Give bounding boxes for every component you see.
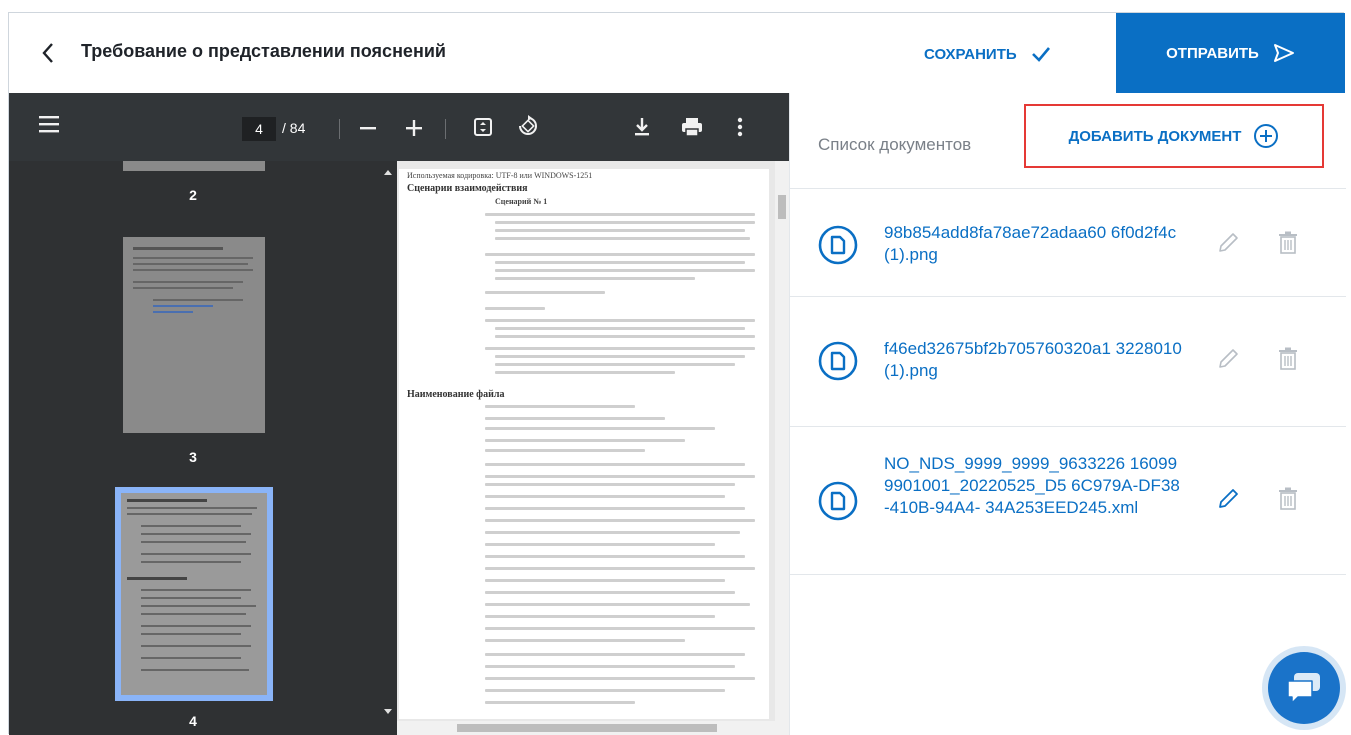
thumbnail-page-4-selected[interactable] — [115, 487, 273, 701]
document-list-item[interactable]: f46ed32675bf2b705760320a1 3228010 (1).pn… — [790, 297, 1346, 427]
more-vert-icon[interactable] — [737, 117, 743, 137]
send-button[interactable]: ОТПРАВИТЬ — [1116, 13, 1345, 93]
back-button[interactable] — [33, 35, 63, 71]
plus-icon[interactable] — [405, 119, 423, 137]
check-icon — [1031, 47, 1050, 62]
documents-panel-header: Список документов ДОБАВИТЬ ДОКУМЕНТ — [790, 93, 1346, 189]
document-list-item[interactable]: NO_NDS_9999_9999_9633226 160999901001_20… — [790, 427, 1346, 575]
scenario-title: Сценарий № 1 — [495, 197, 548, 206]
viewer-toolbar: 4 / 84 — [9, 93, 789, 161]
documents-list-label: Список документов — [818, 135, 972, 154]
document-name[interactable]: f46ed32675bf2b705760320a1 3228010 (1).pn… — [884, 338, 1184, 382]
document-name[interactable]: 98b854add8fa78ae72adaa60 6f0d2f4c (1).pn… — [884, 222, 1184, 266]
pdf-viewer: 4 / 84 2 3 4 Используемая кодировка: UTF… — [9, 93, 789, 735]
print-icon[interactable] — [681, 117, 703, 137]
add-document-button[interactable]: ДОБАВИТЬ ДОКУМЕНТ — [1024, 104, 1324, 168]
page-number-input[interactable]: 4 — [242, 117, 276, 141]
document-icon — [818, 481, 858, 521]
document-icon — [818, 341, 858, 381]
send-button-label: ОТПРАВИТЬ — [1166, 44, 1259, 62]
pencil-icon[interactable] — [1216, 231, 1240, 255]
document-horizontal-scrollbar[interactable] — [397, 721, 789, 735]
chat-icon — [1287, 673, 1320, 704]
page-title: Требование о представлении пояснений — [81, 41, 446, 61]
app-frame: Требование о представлении пояснений СОХ… — [8, 12, 1346, 735]
trash-icon[interactable] — [1278, 231, 1298, 255]
thumbnail-page-2[interactable] — [123, 161, 265, 171]
scroll-up-icon[interactable] — [383, 169, 393, 175]
pencil-icon[interactable] — [1216, 347, 1240, 371]
thumbnail-label: 2 — [189, 187, 197, 203]
save-button[interactable]: СОХРАНИТЬ — [924, 37, 1051, 71]
document-vertical-scrollbar[interactable] — [775, 161, 789, 721]
add-document-label: ДОБАВИТЬ ДОКУМЕНТ — [1068, 127, 1242, 145]
send-icon — [1273, 44, 1294, 62]
header: Требование о представлении пояснений СОХ… — [9, 13, 1345, 93]
scroll-down-icon[interactable] — [383, 709, 393, 715]
page-total: / 84 — [282, 120, 306, 136]
doc-heading: Сценарии взаимодействия — [407, 183, 528, 194]
toolbar-divider — [445, 119, 446, 139]
thumbnail-scrollbar[interactable] — [379, 161, 397, 735]
fit-page-icon[interactable] — [473, 117, 493, 137]
trash-icon[interactable] — [1278, 487, 1298, 511]
document-icon — [818, 225, 858, 265]
document-area: Используемая кодировка: UTF-8 или WINDOW… — [397, 161, 789, 735]
add-circle-icon — [1254, 124, 1279, 148]
thumbnail-label: 4 — [189, 713, 197, 729]
thumbnail-page-3[interactable] — [123, 237, 265, 433]
chat-button[interactable] — [1268, 652, 1340, 724]
trash-icon[interactable] — [1278, 347, 1298, 371]
document-page: Используемая кодировка: UTF-8 или WINDOW… — [399, 169, 769, 719]
download-icon[interactable] — [633, 117, 651, 137]
documents-panel: Список документов ДОБАВИТЬ ДОКУМЕНТ 98b8… — [789, 93, 1346, 735]
chevron-left-icon — [42, 43, 53, 63]
thumbnail-sidebar: 2 3 4 — [9, 161, 379, 735]
encoding-line: Используемая кодировка: UTF-8 или WINDOW… — [407, 171, 593, 180]
pencil-icon[interactable] — [1216, 487, 1240, 511]
thumbnail-label: 3 — [189, 449, 197, 465]
minus-icon[interactable] — [359, 119, 377, 137]
document-list-item[interactable]: 98b854add8fa78ae72adaa60 6f0d2f4c (1).pn… — [790, 193, 1346, 297]
toolbar-divider — [339, 119, 340, 139]
doc-heading: Наименование файла — [407, 389, 505, 400]
rotate-icon[interactable] — [517, 115, 539, 137]
save-button-label: СОХРАНИТЬ — [924, 45, 1017, 63]
menu-icon[interactable] — [39, 115, 59, 133]
document-name[interactable]: NO_NDS_9999_9999_9633226 160999901001_20… — [884, 453, 1184, 519]
